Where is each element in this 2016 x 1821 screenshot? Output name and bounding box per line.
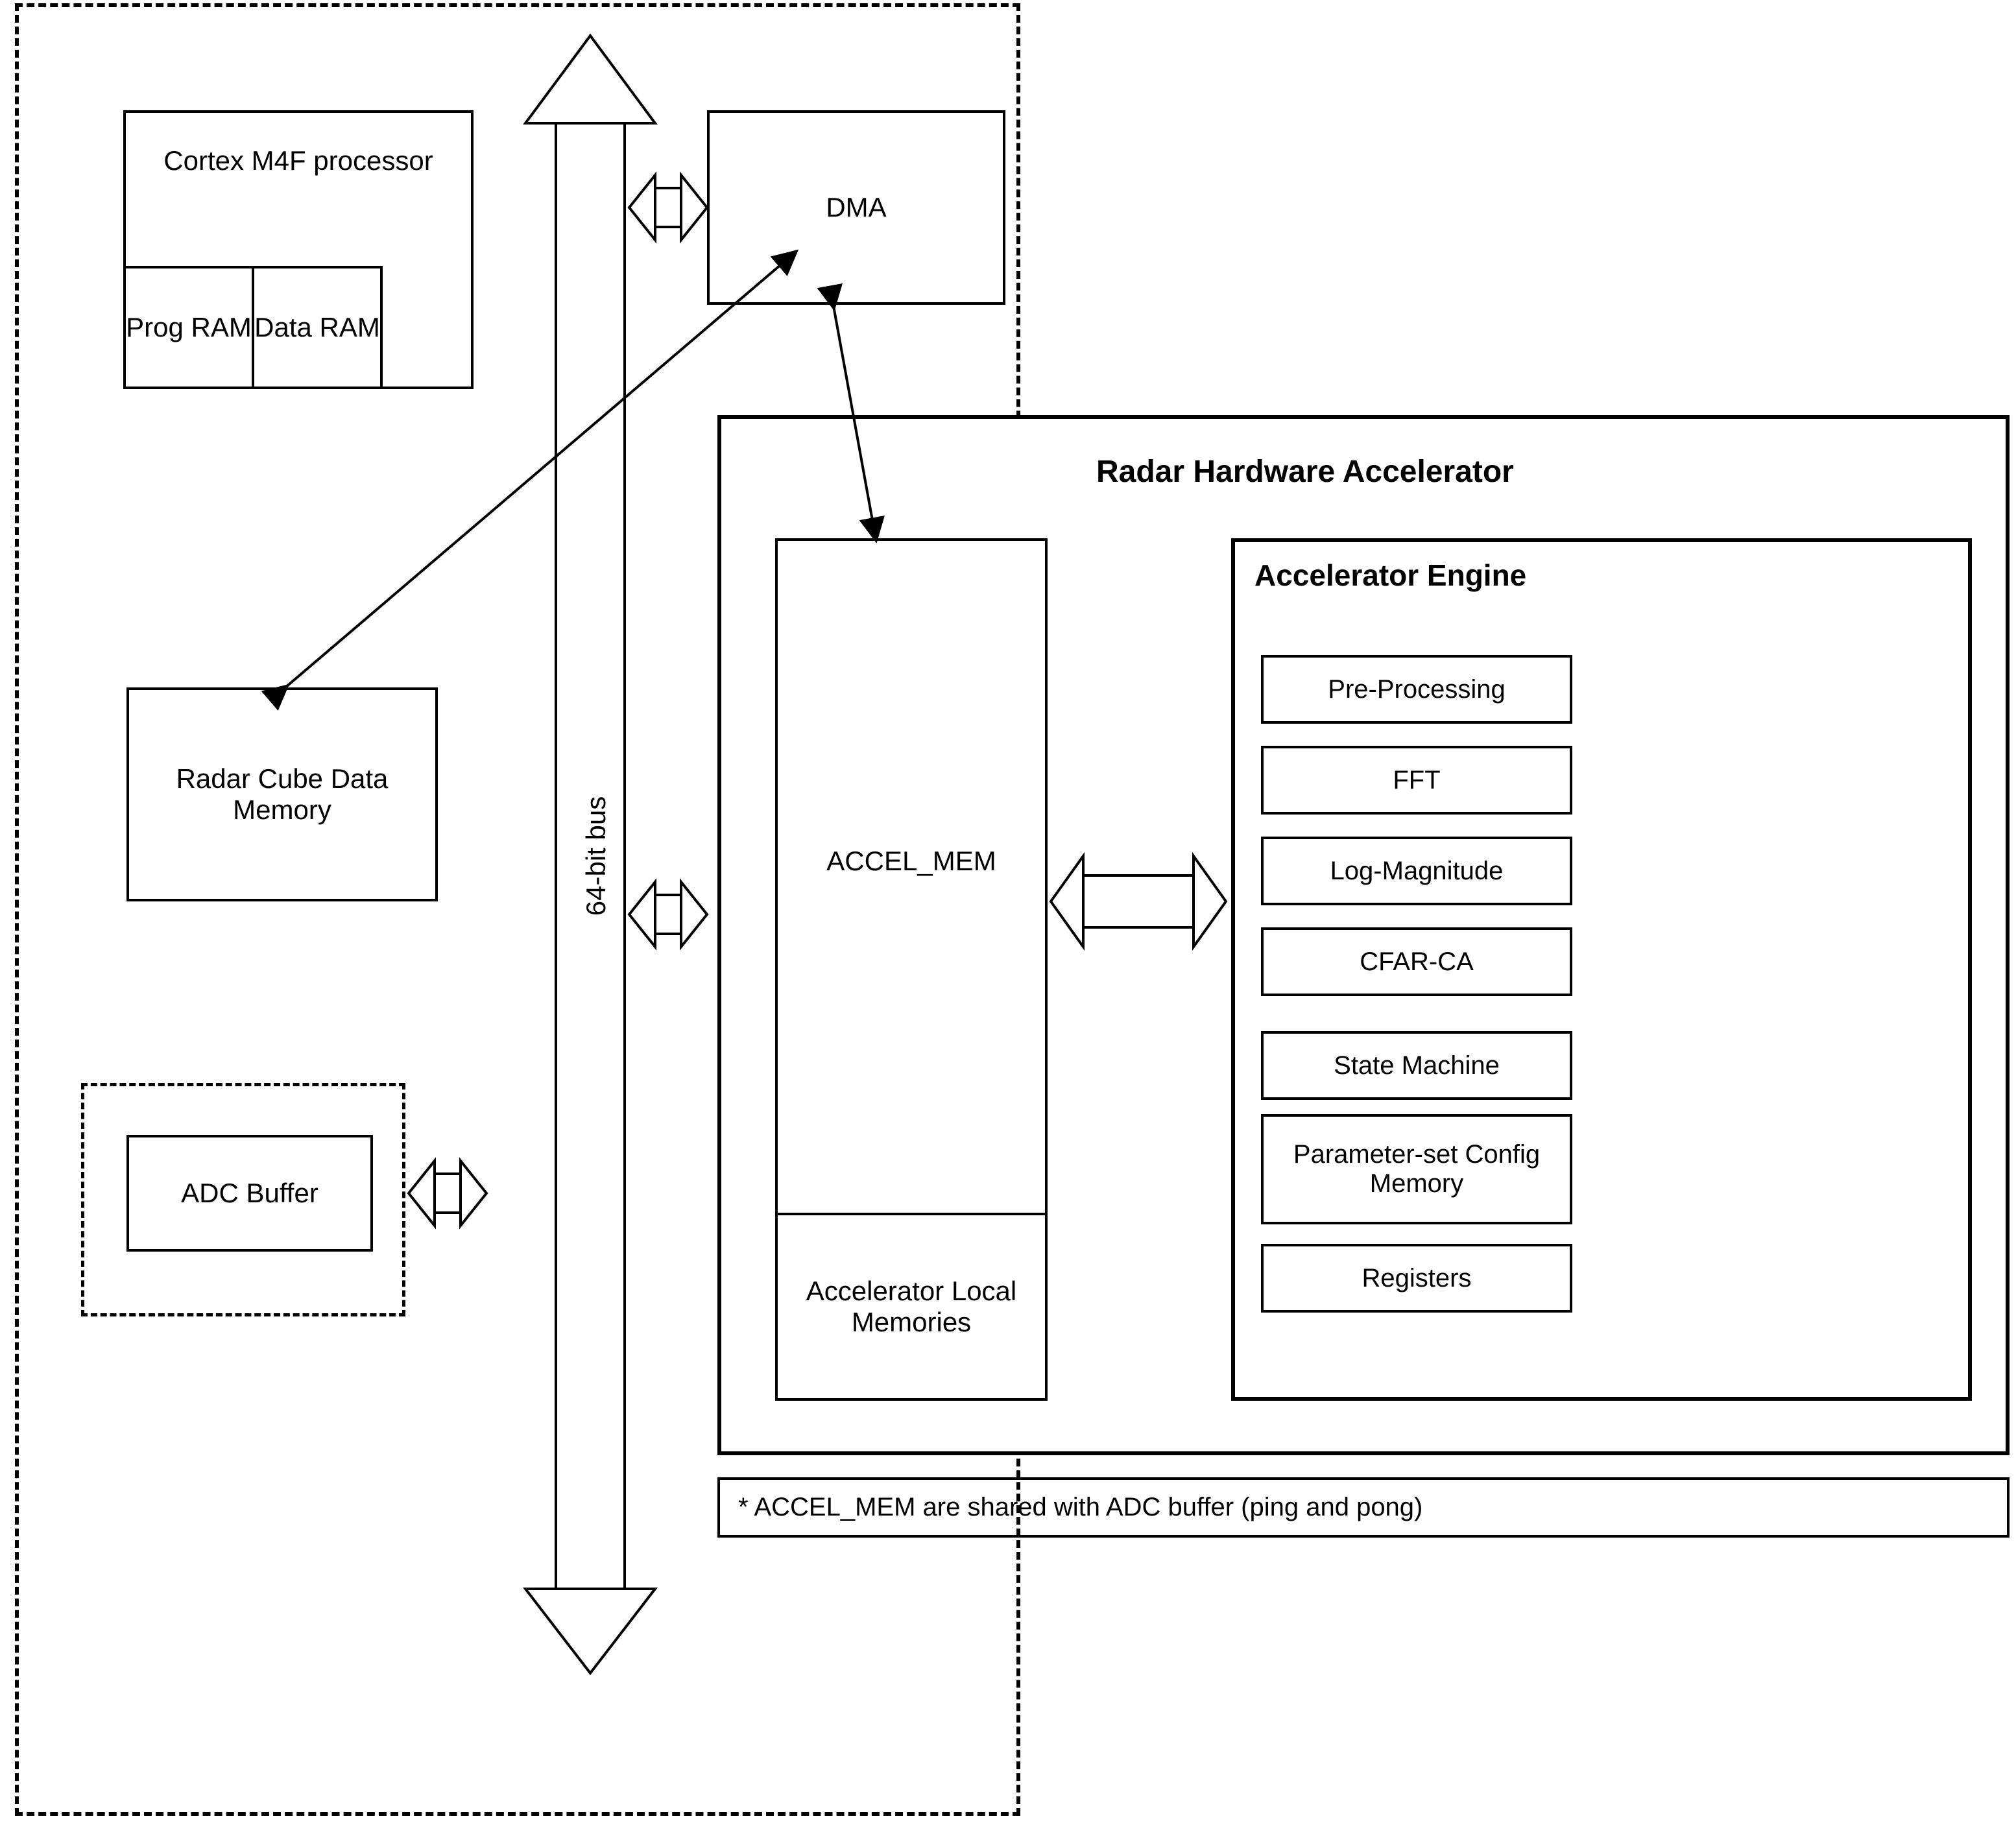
bus-arrowhead-up xyxy=(525,36,655,123)
bus-arrowhead-down xyxy=(525,1589,655,1673)
arrow-bus-dma xyxy=(629,175,707,240)
line-dma-accelmem xyxy=(834,306,876,538)
line-radarcube-dma xyxy=(285,253,795,687)
arrow-accelmem-engine xyxy=(1051,856,1226,947)
arrow-adc-bus xyxy=(409,1161,486,1226)
arrows-layer xyxy=(0,0,2016,1821)
diagram-canvas: Cortex M4F processor Prog RAM Data RAM D… xyxy=(0,0,2016,1821)
arrow-bus-accel xyxy=(629,882,707,947)
